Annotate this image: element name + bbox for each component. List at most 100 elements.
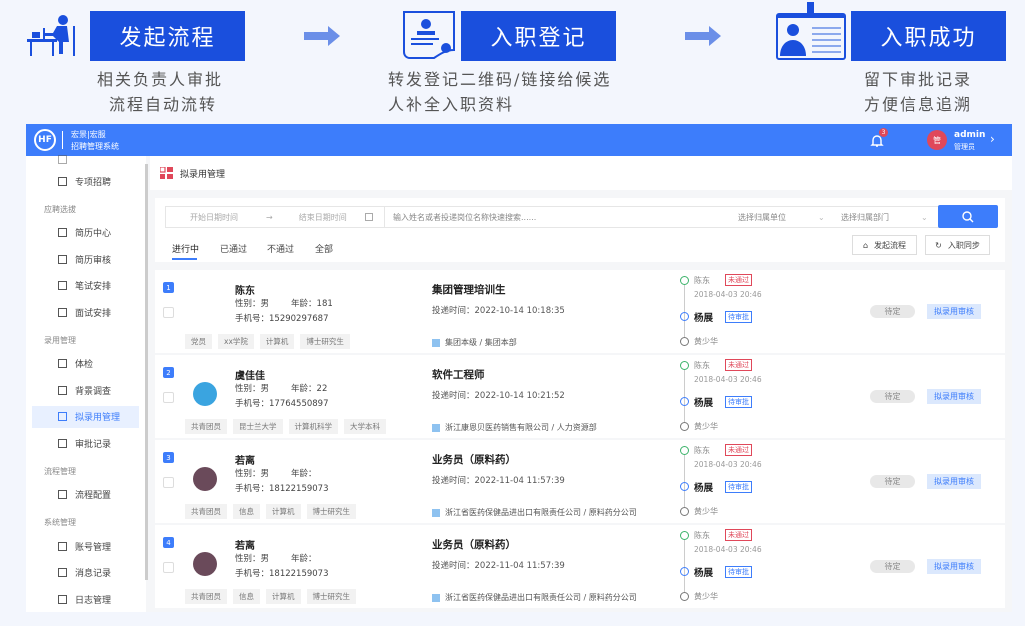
- notification-count: 3: [879, 128, 888, 137]
- sidebar-scrollbar[interactable]: [145, 164, 148, 580]
- building-icon: [432, 593, 440, 602]
- avatar[interactable]: 管: [927, 130, 947, 150]
- step-2-title: 入职登记: [461, 11, 616, 61]
- start-flow-button[interactable]: ⌂ 发起流程: [852, 235, 917, 255]
- sidebar-item[interactable]: 背景调查: [32, 379, 139, 401]
- sidebar-item-partial[interactable]: [32, 148, 139, 170]
- sync-label: 入职同步: [947, 240, 980, 250]
- pending-dot-icon: [680, 507, 689, 516]
- sidebar-item[interactable]: 拟录用管理: [32, 405, 139, 428]
- pending-dot-icon: [680, 337, 689, 346]
- current-dot-icon: [680, 567, 689, 576]
- pending-status: 待定: [870, 475, 915, 488]
- row-checkbox[interactable]: [163, 562, 174, 573]
- pending-status: 待定: [870, 560, 915, 573]
- search-placeholder: 输入姓名或者投递岗位名称快速搜索......: [393, 212, 537, 222]
- step-3-line-1: 留下审批记录: [864, 70, 973, 89]
- menu-item-icon: [58, 412, 67, 421]
- sidebar-item-label: 简历审核: [75, 255, 112, 266]
- approver: 陈东: [694, 276, 710, 285]
- dept-select[interactable]: 选择归属部门: [841, 212, 889, 223]
- pending-status: 待定: [870, 305, 915, 318]
- tag: 博士研究生: [300, 334, 350, 349]
- row-index: 3: [163, 452, 174, 463]
- phone: 手机号：15290297687: [235, 314, 329, 324]
- tab-in-progress[interactable]: 进行中: [172, 242, 199, 255]
- approver: 陈东: [694, 361, 710, 370]
- tab-passed[interactable]: 已通过: [220, 242, 247, 255]
- sidebar-item[interactable]: 审批记录: [32, 432, 139, 454]
- organization: 浙江省医药保健品进出口有限责任公司 / 原料药分公司: [432, 592, 637, 603]
- grid-icon: [160, 167, 173, 179]
- end-date-input[interactable]: 结束日期时间: [299, 212, 347, 223]
- pending-dot-icon: [680, 592, 689, 601]
- step-1-icon: [27, 14, 79, 58]
- search-input[interactable]: 输入姓名或者投递岗位名称快速搜索...... 选择归属单位 ⌄ 选择归属部门 ⌄: [385, 206, 945, 228]
- date-range-picker[interactable]: 开始日期时间 → 结束日期时间: [165, 206, 385, 228]
- review-button[interactable]: 拟录用审核: [927, 389, 981, 404]
- sidebar-item-label: 日志管理: [75, 595, 112, 606]
- tab-rejected[interactable]: 不通过: [267, 242, 294, 255]
- sync-button[interactable]: ↻ 入职同步: [925, 235, 990, 255]
- sidebar-item[interactable]: 笔试安排: [32, 275, 139, 297]
- building-icon: [432, 338, 440, 347]
- job-title: 集团管理培训生: [432, 284, 506, 296]
- candidate-row: 4 若离 性别：男 年龄： 手机号：18122159073 共青团员 信息 计算机 博士研究生 业…: [155, 525, 1005, 608]
- tag: 信息: [233, 589, 260, 604]
- brand-name: 宏景|宏服: [71, 130, 106, 139]
- sidebar-item-label: 专项招聘: [75, 177, 112, 188]
- approval-time: 2018-04-03 20:46: [694, 290, 762, 299]
- review-button[interactable]: 拟录用审核: [927, 304, 981, 319]
- sidebar-item[interactable]: 账号管理: [32, 535, 139, 557]
- sidebar-group: 应聘选拔: [44, 204, 76, 214]
- tag: 计算机: [266, 589, 301, 604]
- row-checkbox[interactable]: [163, 307, 174, 318]
- menu-item-icon: [58, 594, 67, 604]
- tag: 共青团员: [185, 504, 227, 519]
- row-checkbox[interactable]: [163, 392, 174, 403]
- sidebar-item[interactable]: 简历中心: [32, 222, 139, 244]
- row-checkbox[interactable]: [163, 477, 174, 488]
- row-index: 2: [163, 367, 174, 378]
- sidebar-item-label: 流程配置: [75, 491, 112, 501]
- approver: 黄少华: [694, 422, 718, 431]
- candidate-name: 陈东: [235, 286, 255, 297]
- gender-age: 性别：男 年龄：181: [235, 299, 333, 309]
- review-button[interactable]: 拟录用审核: [927, 559, 981, 574]
- candidate-row: 2 虞佳佳 性别：男 年龄：22 手机号：17764550897 共青团员 昆士兰大学 计算机…: [155, 355, 1005, 438]
- chevron-right-icon[interactable]: ›: [990, 132, 995, 146]
- done-dot-icon: [680, 276, 689, 285]
- search-button[interactable]: [938, 205, 998, 228]
- sidebar-item-label: 简历中心: [75, 229, 112, 239]
- sidebar-item[interactable]: 简历审核: [32, 248, 139, 270]
- tag-list: 党员 xx学院 计算机 博士研究生: [185, 334, 350, 349]
- sidebar-item[interactable]: 流程配置: [32, 484, 139, 506]
- sidebar-item[interactable]: 体检: [32, 353, 139, 375]
- unit-select[interactable]: 选择归属单位: [738, 212, 786, 223]
- gender-age: 性别：男 年龄：22: [235, 384, 328, 394]
- approver: 黄少华: [694, 337, 718, 346]
- user-role: 管理员: [954, 143, 975, 151]
- tab-all[interactable]: 全部: [315, 242, 333, 255]
- candidate-row: 1 陈东 性别：男 年龄：181 手机号：15290297687 党员 xx学院 计算机 博士研…: [155, 270, 1005, 353]
- approver: 陈东: [694, 531, 710, 540]
- tag: 博士研究生: [306, 504, 356, 519]
- pending-status: 待定: [870, 390, 915, 403]
- status-badge: 待审批: [725, 566, 752, 578]
- breadcrumb: 拟录用管理: [150, 156, 1012, 190]
- approval-time: 2018-04-03 20:46: [694, 375, 762, 384]
- sidebar-group: 系统管理: [44, 518, 76, 527]
- sidebar-item[interactable]: 日志管理: [32, 588, 139, 610]
- username: admin: [954, 130, 986, 140]
- sidebar: 专项招聘 应聘选拔 简历中心 简历审核 笔试安排 面试安排 录用管理 体检 背景调查 拟录用管理审…: [26, 154, 146, 612]
- candidate-avatar: [193, 467, 217, 491]
- review-button[interactable]: 拟录用审核: [927, 474, 981, 489]
- sidebar-item[interactable]: 面试安排: [32, 301, 139, 323]
- status-badge: 未通过: [725, 359, 752, 371]
- sidebar-item[interactable]: 专项招聘: [32, 170, 139, 192]
- tag: 博士研究生: [306, 589, 356, 604]
- sidebar-item[interactable]: 消息记录: [32, 562, 139, 584]
- approval-timeline: 陈东 未通过 2018-04-03 20:46 杨展 待审批 黄少华: [680, 525, 880, 608]
- approver: 杨展: [694, 313, 714, 324]
- start-date-input[interactable]: 开始日期时间: [190, 212, 238, 223]
